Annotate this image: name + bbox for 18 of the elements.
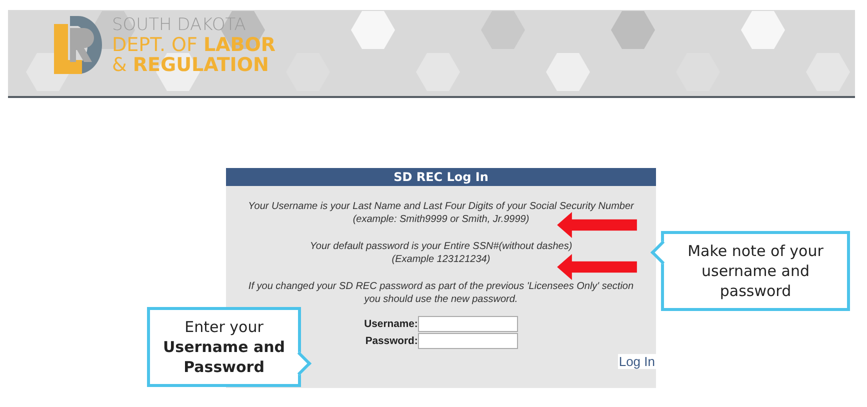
logo-icon: [52, 14, 104, 76]
callout-text: Make note of your username and password: [686, 241, 824, 301]
note-text: Your Username is your Last Name and Last Four Digits of your Social Security Number: [248, 200, 634, 213]
note-text: you should use the new password.: [362, 293, 519, 306]
note-text: Your default password is your Entire SSN#(without dashes): [310, 240, 572, 253]
note-text: (Example 123121234): [390, 253, 492, 266]
note-text: (example: Smith9999 or Smith, Jr.9999): [352, 213, 530, 226]
panel-title: SD REC Log In: [226, 168, 656, 186]
org-name-line: & REGULATION: [112, 55, 270, 75]
org-name-line: DEPT. OF LABOR: [112, 35, 276, 55]
note-text: If you changed your SD REC password as part of the previous 'Licensees Only' section: [248, 280, 634, 293]
input-field[interactable]: [418, 316, 518, 332]
org-name-line: SOUTH DAKOTA: [112, 15, 247, 35]
login-button[interactable]: Log In: [618, 354, 656, 369]
callout-text: Enter your Username and Password: [162, 317, 286, 377]
field-label: Username:: [364, 318, 418, 330]
input-field[interactable]: [418, 333, 518, 349]
field-label: Password:: [365, 336, 418, 346]
